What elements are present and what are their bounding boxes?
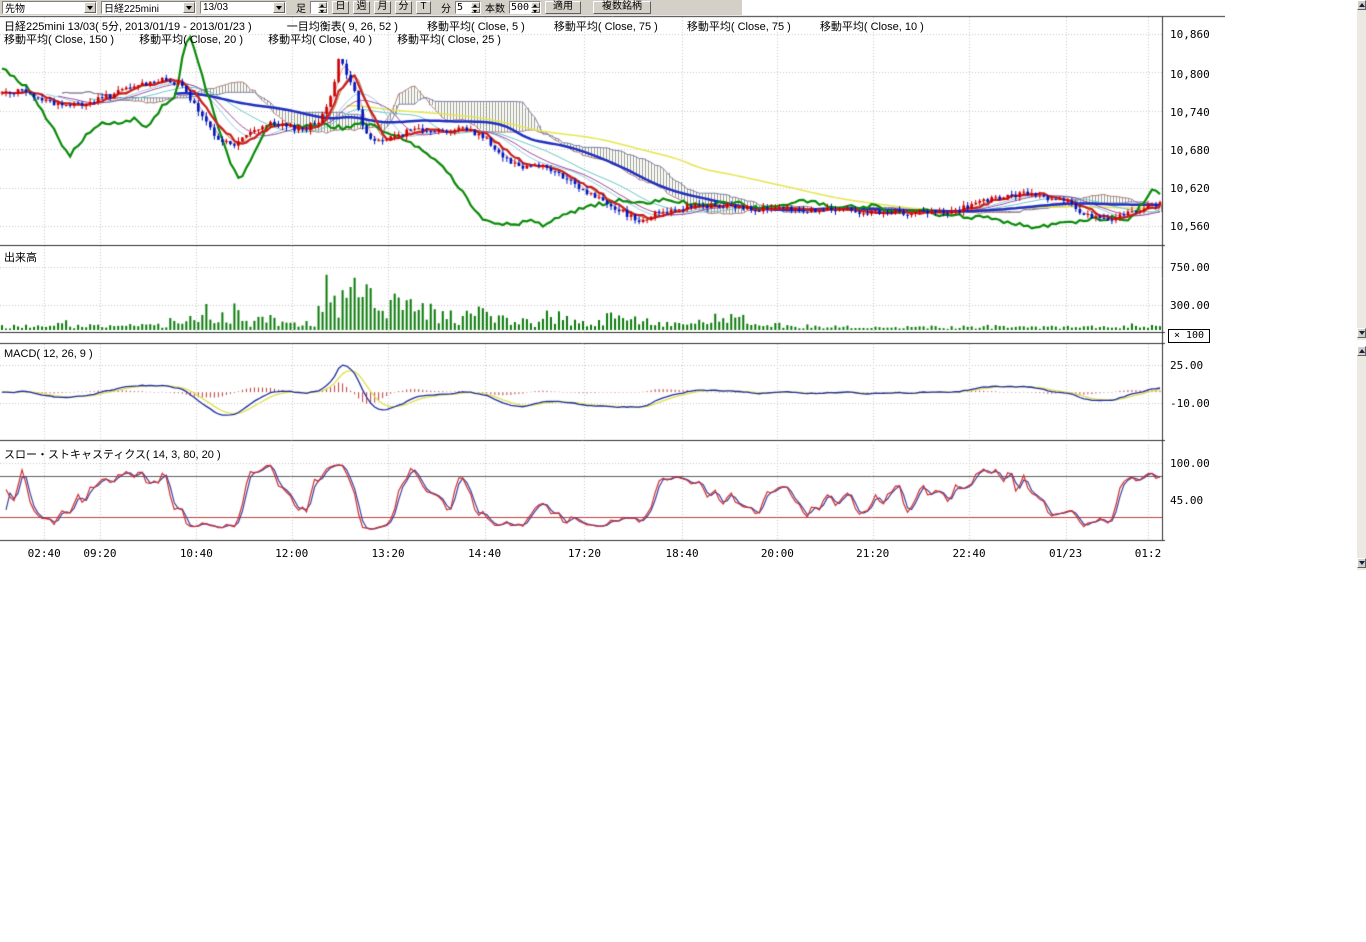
apply-button[interactable]: 適用 <box>545 1 581 14</box>
bar-count-input[interactable] <box>510 2 531 13</box>
time-axis-label: 01/23 <box>1049 547 1082 560</box>
price-tick-label: 10,860 <box>1170 28 1210 41</box>
legend-row-2: 移動平均( Close, 150 ) 移動平均( Close, 20 ) 移動平… <box>4 31 527 47</box>
toolbar: 先物 日経225mini 13/03 足 日 週 月 分 <box>0 0 742 15</box>
arrow-down-icon <box>1359 331 1365 335</box>
volume-pane-label: 出来高 <box>4 249 37 265</box>
contract-month-select[interactable]: 13/03 <box>200 1 286 14</box>
vertical-scrollbar-upper[interactable] <box>1357 0 1366 340</box>
contract-month-value: 13/03 <box>201 2 230 13</box>
time-axis-label: 21:20 <box>856 547 889 560</box>
scroll-up-button[interactable] <box>1357 0 1366 10</box>
stepper-arrows <box>471 2 480 13</box>
period-month-button[interactable]: 月 <box>374 1 391 14</box>
volume-tick-label: 300.00 <box>1170 299 1210 312</box>
stepper-down-icon[interactable] <box>471 8 480 14</box>
legend-ma10: 移動平均( Close, 10 ) <box>820 21 924 33</box>
chevron-down-icon[interactable] <box>273 2 285 13</box>
bar-count-label: 本数 <box>485 0 505 15</box>
chevron-down-icon[interactable] <box>183 2 195 13</box>
scroll-down-button[interactable] <box>1357 328 1366 338</box>
time-axis: 02:40 09:20 10:40 12:00 13:20 14:40 17:20 18:40… <box>0 547 1162 561</box>
volume-multiplier-badge: × 100 <box>1168 329 1210 343</box>
stochastics-pane-label: スロー・ストキャスティクス( 14, 3, 80, 20 ) <box>4 446 221 462</box>
time-axis-label: 20:00 <box>761 547 794 560</box>
chart-area: 先物 日経225mini 13/03 足 日 週 月 分 <box>0 0 1366 570</box>
instrument-type-value: 先物 <box>3 0 27 15</box>
stepper-down-icon[interactable] <box>318 8 327 14</box>
chart-canvas[interactable] <box>0 0 1225 570</box>
price-tick-label: 10,800 <box>1170 68 1210 81</box>
period-tick-button[interactable]: T <box>416 1 431 14</box>
price-tick-label: 10,620 <box>1170 182 1210 195</box>
bar-interval-stepper[interactable] <box>310 1 328 14</box>
time-axis-label: 10:40 <box>180 547 213 560</box>
bar-type-label: 足 <box>296 0 306 15</box>
arrow-up-icon <box>1359 349 1365 353</box>
legend-ma75a: 移動平均( Close, 75 ) <box>554 21 658 33</box>
vertical-scrollbar-lower[interactable] <box>1357 346 1366 570</box>
time-axis-label: 02:40 <box>28 547 61 560</box>
period-day-button[interactable]: 日 <box>332 1 349 14</box>
time-axis-label: 01:2 <box>1135 547 1162 560</box>
time-axis-label: 12:00 <box>275 547 308 560</box>
legend-ma150: 移動平均( Close, 150 ) <box>4 34 114 46</box>
time-axis-label: 13:20 <box>372 547 405 560</box>
arrow-up-icon <box>1359 3 1365 7</box>
bar-interval-input[interactable] <box>311 2 318 13</box>
scroll-up-button[interactable] <box>1357 346 1366 356</box>
price-tick-label: 10,680 <box>1170 144 1210 157</box>
legend-ma40: 移動平均( Close, 40 ) <box>268 34 372 46</box>
arrow-down-icon <box>1359 561 1365 565</box>
instrument-select[interactable]: 日経225mini <box>101 1 196 14</box>
time-axis-label: 17:20 <box>568 547 601 560</box>
minute-interval-stepper[interactable] <box>455 1 481 14</box>
period-minute-button[interactable]: 分 <box>395 1 412 14</box>
time-axis-label: 14:40 <box>468 547 501 560</box>
stepper-arrows <box>531 2 540 13</box>
time-axis-label: 09:20 <box>83 547 116 560</box>
legend-ma20: 移動平均( Close, 20 ) <box>139 34 243 46</box>
volume-tick-label: 750.00 <box>1170 261 1210 274</box>
multi-symbol-button[interactable]: 複数銘柄 <box>593 1 651 14</box>
chevron-down-icon[interactable] <box>84 2 96 13</box>
legend-ma25: 移動平均( Close, 25 ) <box>397 34 501 46</box>
scroll-down-button[interactable] <box>1357 558 1366 568</box>
legend-ma75b: 移動平均( Close, 75 ) <box>687 21 791 33</box>
macd-tick-label: 25.00 <box>1170 359 1203 372</box>
price-tick-label: 10,740 <box>1170 106 1210 119</box>
period-week-button[interactable]: 週 <box>353 1 370 14</box>
time-axis-label: 22:40 <box>953 547 986 560</box>
stoch-tick-label: 100.00 <box>1170 457 1210 470</box>
stepper-down-icon[interactable] <box>531 8 540 14</box>
minute-label: 分 <box>441 0 451 15</box>
stepper-arrows <box>318 2 327 13</box>
time-axis-label: 18:40 <box>666 547 699 560</box>
chart-application: 先物 日経225mini 13/03 足 日 週 月 分 <box>0 0 1366 942</box>
macd-pane-label: MACD( 12, 26, 9 ) <box>4 348 93 360</box>
minute-interval-input[interactable] <box>456 2 471 13</box>
macd-tick-label: -10.00 <box>1170 397 1210 410</box>
instrument-value: 日経225mini <box>102 0 161 15</box>
price-tick-label: 10,560 <box>1170 220 1210 233</box>
instrument-type-select[interactable]: 先物 <box>2 1 97 14</box>
bar-count-stepper[interactable] <box>509 1 541 14</box>
stoch-tick-label: 45.00 <box>1170 494 1203 507</box>
